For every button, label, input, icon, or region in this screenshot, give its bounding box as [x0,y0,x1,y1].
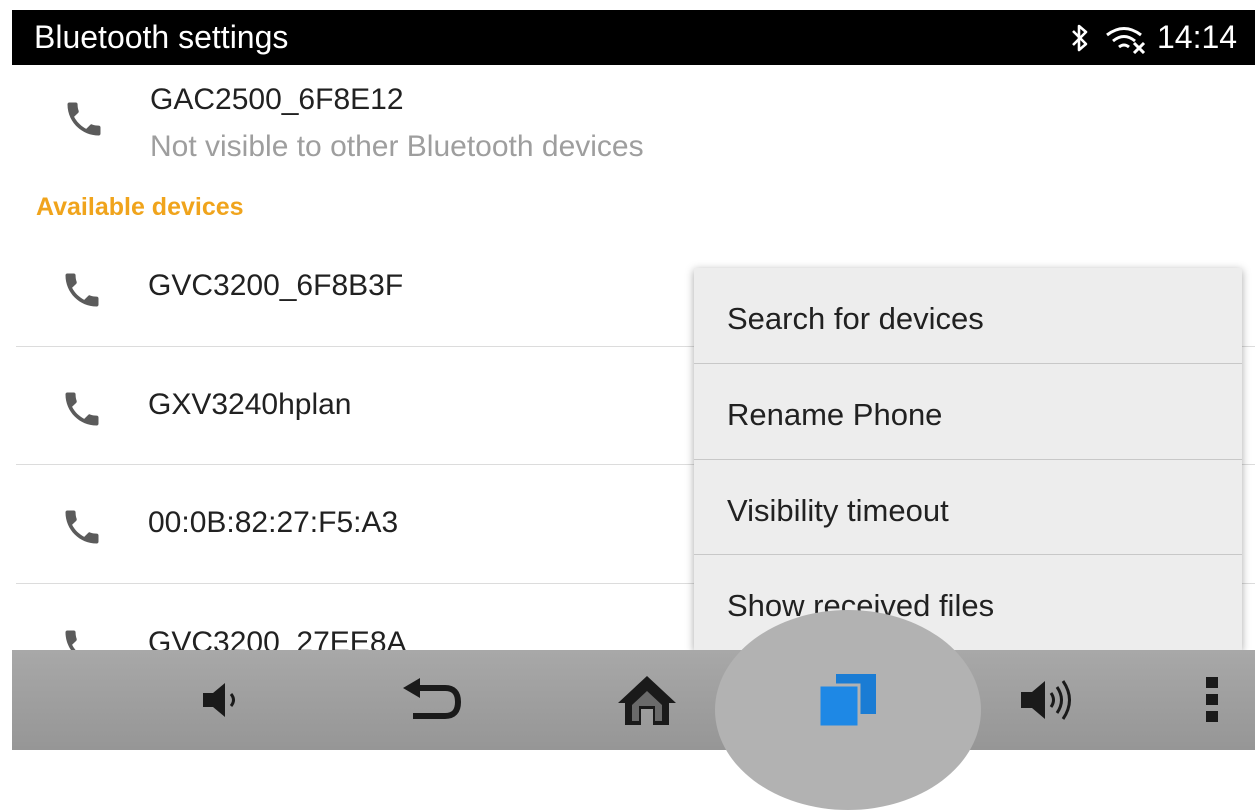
volume-down-button[interactable] [167,650,277,750]
bluetooth-icon [1069,22,1091,59]
page-title: Bluetooth settings [34,19,289,55]
menu-item-label: Search for devices [727,301,984,336]
device-label: 00:0B:82:27:F5:A3 [148,506,399,539]
available-devices-header: Available devices [36,193,244,221]
volume-up-button[interactable] [997,650,1107,750]
overflow-menu: Search for devices Rename Phone Visibili… [694,268,1242,650]
more-options-button[interactable] [1182,650,1242,750]
menu-item-search-for-devices[interactable]: Search for devices [694,268,1242,363]
menu-item-label: Visibility timeout [727,493,949,528]
menu-item-rename-phone[interactable]: Rename Phone [694,364,1242,459]
recent-apps-icon [817,674,876,729]
home-button[interactable] [592,650,702,750]
own-device-visibility[interactable]: Not visible to other Bluetooth devices [150,129,644,165]
recent-apps-button[interactable] [793,650,903,750]
phone-icon [60,387,104,431]
navigation-bar [12,610,1255,810]
phone-icon [60,268,104,312]
home-icon [618,676,676,725]
back-button[interactable] [375,650,485,750]
phone-icon [60,505,104,549]
volume-down-icon [203,683,235,717]
own-device-name[interactable]: GAC2500_6F8E12 [150,82,404,118]
clock: 14:14 [1157,19,1238,55]
menu-item-label: Rename Phone [727,397,943,432]
device-label: GXV3240hplan [148,388,352,421]
phone-icon [60,625,104,650]
wifi-no-internet-icon [1104,26,1148,59]
menu-item-visibility-timeout[interactable]: Visibility timeout [694,460,1242,555]
more-options-icon [1206,677,1218,722]
device-label: GVC3200_6F8B3F [148,269,404,302]
back-icon [403,678,462,719]
status-bar: Bluetooth settings 14:14 [12,10,1255,65]
volume-up-icon [1021,680,1071,720]
phone-icon [62,97,106,141]
device-label: GVC3200_27EE8A [148,626,407,650]
